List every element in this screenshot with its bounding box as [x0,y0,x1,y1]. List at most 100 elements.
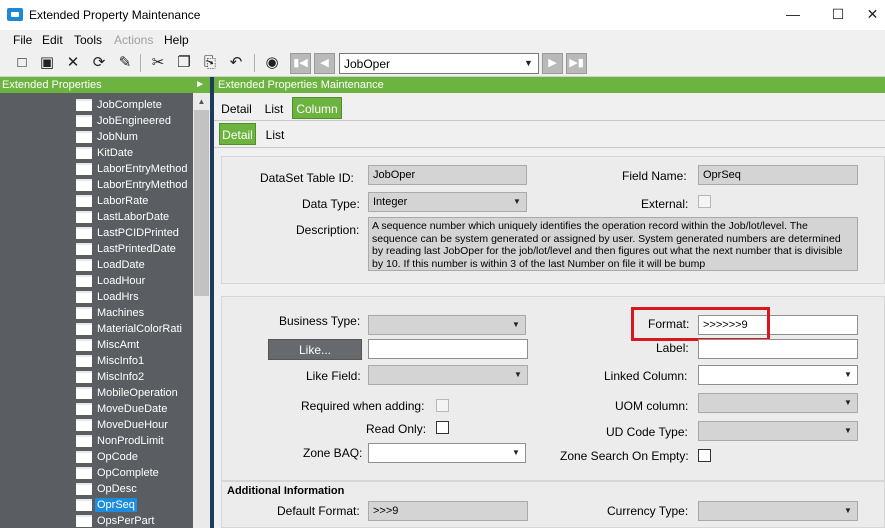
tree-item[interactable]: JobComplete [76,97,193,113]
chevron-down-icon: ▼ [844,426,852,435]
tree-item-label: JobComplete [97,99,162,111]
close-button[interactable]: ✕ [860,0,885,30]
ud-code-type-label: UD Code Type: [606,425,688,439]
like-field-input[interactable] [368,339,528,359]
scroll-thumb[interactable] [194,110,209,296]
minimize-button[interactable]: — [770,0,816,30]
tree-item[interactable]: OpsPerPart [76,513,193,528]
currency-type-dropdown: ▼ [698,501,858,521]
chevron-down-icon[interactable]: ▼ [521,56,536,71]
field-icon [76,259,92,271]
tree-item[interactable]: LoadHrs [76,289,193,305]
delete-icon[interactable]: ✕ [63,53,83,73]
uom-column-label: UOM column: [615,399,689,413]
subtab-list[interactable]: List [261,124,289,146]
tree-item[interactable]: LaborEntryMethod [76,161,193,177]
next-record-button[interactable]: ▶ [542,53,563,74]
tree-item-label: OpDesc [97,483,137,495]
last-record-button[interactable]: ▶▮ [566,53,587,74]
required-checkbox [436,399,449,412]
pin-icon[interactable]: ► [195,77,205,93]
tab-list[interactable]: List [260,98,288,120]
new-icon[interactable]: □ [12,53,32,73]
tree-item[interactable]: LastLaborDate [76,209,193,225]
tree-item[interactable]: JobNum [76,129,193,145]
label-label: Label: [656,341,689,355]
subtab-detail[interactable]: Detail [219,123,256,145]
binoculars-icon[interactable]: ◉ [262,53,282,73]
field-icon [76,403,92,415]
linked-column-dropdown[interactable]: ▼ [698,365,858,385]
tree-item[interactable]: OpDesc [76,481,193,497]
zone-baq-dropdown[interactable]: ▼ [368,443,526,463]
like-button[interactable]: Like... [268,339,362,360]
tree-item-label: OpsPerPart [97,515,155,527]
tree-item[interactable]: MaterialColorRati [76,321,193,337]
tree-item[interactable]: Machines [76,305,193,321]
refresh-icon[interactable]: ⟳ [89,53,109,73]
dataset-combo[interactable]: JobOper ▼ [339,53,539,74]
menu-file[interactable]: File [13,33,32,47]
tab-detail[interactable]: Detail [219,98,254,120]
tree-item[interactable]: LastPCIDPrinted [76,225,193,241]
tree-item[interactable]: MiscInfo1 [76,353,193,369]
vertical-scrollbar[interactable]: ▲ [193,93,210,528]
field-icon [76,291,92,303]
menu-actions: Actions [114,33,154,47]
tree-item[interactable]: OpComplete [76,465,193,481]
field-icon [76,243,92,255]
tree-item[interactable]: JobEngineered [76,113,193,129]
tab-divider [214,120,885,121]
data-type-dropdown: Integer ▼ [368,192,527,212]
tree-item[interactable]: LastPrintedDate [76,241,193,257]
zone-search-checkbox[interactable] [698,449,711,462]
tree-item-label: MiscInfo2 [97,371,145,383]
menu-edit[interactable]: Edit [42,33,63,47]
tree-item-label: LastPrintedDate [97,243,176,255]
chevron-down-icon: ▼ [514,370,522,379]
save-icon[interactable]: ▣ [37,53,57,73]
clear-icon[interactable]: ✎ [115,53,135,73]
tree-item-label: LaborRate [97,195,149,207]
tree-item[interactable]: MoveDueHour [76,417,193,433]
tree-item[interactable]: NonProdLimit [76,433,193,449]
tree-item-label: LoadDate [97,259,145,271]
tree-item[interactable]: MiscInfo2 [76,369,193,385]
tree-item[interactable]: LoadDate [76,257,193,273]
tree-item[interactable]: LaborRate [76,193,193,209]
scroll-up-icon[interactable]: ▲ [193,93,210,110]
maximize-button[interactable]: ☐ [815,0,861,30]
tree-item[interactable]: LaborEntryMethod [76,177,193,193]
menu-help[interactable]: Help [164,33,189,47]
menu-tools[interactable]: Tools [74,33,102,47]
chevron-down-icon[interactable]: ▼ [841,368,855,382]
first-record-button[interactable]: ▮◀ [290,53,311,74]
ud-code-type-dropdown: ▼ [698,421,858,441]
tree-item[interactable]: MoveDueDate [76,401,193,417]
paste-icon[interactable]: ⎘ [200,53,220,73]
app-icon [7,8,23,21]
tree-item-label: LastPCIDPrinted [97,227,179,239]
additional-info-title: Additional Information [227,485,345,497]
label-field[interactable] [698,339,858,359]
field-icon [76,147,92,159]
tree-item[interactable]: KitDate [76,145,193,161]
field-icon [76,483,92,495]
menu-bar: File Edit Tools Actions Help [0,30,885,50]
copy-icon[interactable]: ❐ [174,53,194,73]
tree-item[interactable]: LoadHour [76,273,193,289]
chevron-down-icon[interactable]: ▼ [509,446,523,460]
tree-item[interactable]: MiscAmt [76,337,193,353]
previous-record-button[interactable]: ◀ [314,53,335,74]
external-label: External: [641,197,689,211]
undo-icon[interactable]: ↶ [226,53,246,73]
field-icon [76,435,92,447]
read-only-checkbox[interactable] [436,421,449,434]
tab-column[interactable]: Column [292,97,342,119]
tree-item[interactable]: OprSeq [76,497,193,513]
tree-item[interactable]: MobileOperation [76,385,193,401]
cut-icon[interactable]: ✂ [148,53,168,73]
field-icon [76,227,92,239]
tree-item-label: MobileOperation [97,387,178,399]
tree-item[interactable]: OpCode [76,449,193,465]
